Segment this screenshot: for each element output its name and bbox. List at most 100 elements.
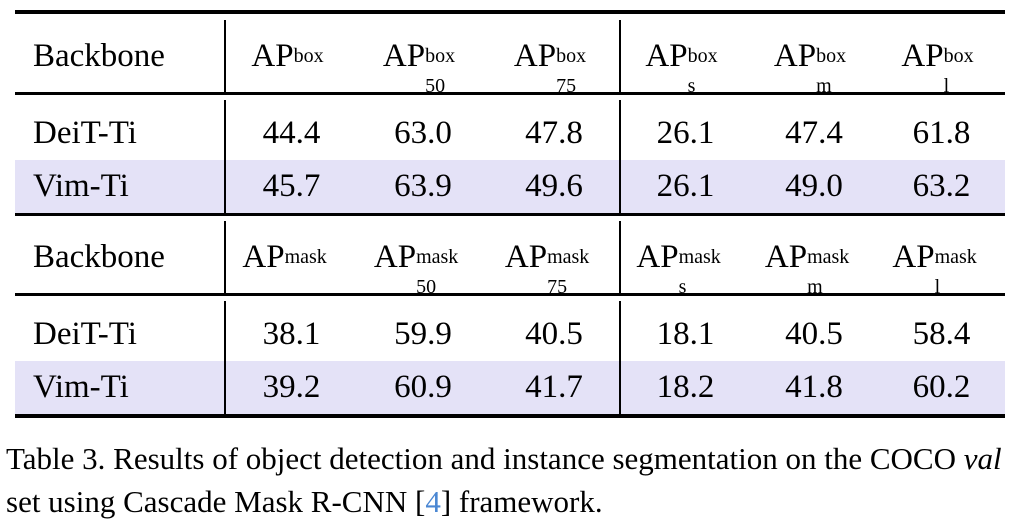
table-row: DeiT-Ti 44.4 63.0 47.8 26.1 47.4 61.8 xyxy=(15,100,1005,160)
value: 60.2 xyxy=(912,369,971,405)
value: 18.1 xyxy=(656,315,715,352)
cell-apm-mask: 40.5 xyxy=(750,301,878,361)
value: 49.0 xyxy=(785,168,843,204)
cell-ap-mask: 38.1 xyxy=(224,301,357,361)
sup-box: box xyxy=(816,44,847,67)
sup-box: box xyxy=(687,44,718,67)
sub-m: m xyxy=(807,275,823,298)
header-cell-ap50-mask: AP mask 50 xyxy=(357,221,489,298)
sub-l: l xyxy=(934,275,941,298)
cell-backbone: DeiT-Ti xyxy=(15,100,225,160)
caption-text-1: Results of object detection and instance… xyxy=(113,441,964,476)
sup-box: box xyxy=(425,44,456,67)
cell-aps-mask: 18.1 xyxy=(619,301,750,361)
header-label-apm-box: AP box m xyxy=(773,37,847,97)
cell-ap50-box: 63.9 xyxy=(357,160,489,215)
sup-mask: mask xyxy=(934,245,977,268)
header-label-ap75-box: AP box 75 xyxy=(513,37,587,97)
header-label-ap50-mask: AP mask 50 xyxy=(373,238,459,298)
value: 59.9 xyxy=(394,315,452,352)
value: 26.1 xyxy=(656,114,715,151)
sup-mask: mask xyxy=(807,245,850,268)
header-label-apl-box: AP box l xyxy=(901,37,974,97)
value: 18.2 xyxy=(656,369,715,405)
cell-ap-box: 45.7 xyxy=(224,160,357,215)
value: 63.0 xyxy=(394,114,452,151)
caption-text-3: framework. xyxy=(451,484,603,519)
header-cell-ap-mask: AP mask xyxy=(224,221,357,295)
table-row: DeiT-Ti 38.1 59.9 40.5 18.1 40.5 58.4 xyxy=(15,301,1005,361)
caption-citation-link[interactable]: 4 xyxy=(425,484,441,519)
row-label: DeiT-Ti xyxy=(33,315,137,352)
value: 58.4 xyxy=(912,315,971,352)
header-cell-ap50-box: AP box 50 xyxy=(357,20,489,97)
caption-label: Table 3. xyxy=(6,441,106,476)
sup-box: box xyxy=(293,44,324,67)
value: 40.5 xyxy=(525,315,583,352)
cell-backbone: DeiT-Ti xyxy=(15,301,225,361)
cell-ap-mask: 39.2 xyxy=(224,361,357,416)
value: 61.8 xyxy=(912,114,971,151)
sup-mask: mask xyxy=(678,245,721,268)
header-row-mask: Backbone AP mask AP mask 50 AP mask 75 A… xyxy=(15,221,1005,298)
figure-root: Backbone AP box AP box 50 AP box 75 AP b… xyxy=(0,0,1023,532)
cell-ap-box: 44.4 xyxy=(224,100,357,160)
header-cell-backbone-mask: Backbone xyxy=(15,221,225,295)
header-label-ap-box: AP box xyxy=(251,37,324,74)
value: 26.1 xyxy=(656,168,715,204)
value: 44.4 xyxy=(262,114,321,151)
header-label-apl-mask: AP mask l xyxy=(892,238,977,298)
caption-citation-bracket-open: [ xyxy=(414,484,426,519)
value: 38.1 xyxy=(262,315,321,352)
cell-apm-box: 47.4 xyxy=(750,100,878,160)
header-label-backbone-box: Backbone xyxy=(33,37,165,74)
header-cell-aps-mask: AP mask s xyxy=(619,221,750,298)
sub-m: m xyxy=(816,74,832,97)
cell-ap75-mask: 41.7 xyxy=(489,361,620,416)
sub-50: 50 xyxy=(425,74,446,97)
sub-75: 75 xyxy=(556,74,577,97)
value: 49.6 xyxy=(525,168,583,204)
header-cell-ap-box: AP box xyxy=(224,20,357,94)
header-cell-apl-box: AP box l xyxy=(878,20,1005,97)
cell-ap50-mask: 60.9 xyxy=(357,361,489,416)
header-label-aps-box: AP box s xyxy=(645,37,718,97)
caption-citation-bracket-close: ] xyxy=(440,484,452,519)
header-label-ap75-mask: AP mask 75 xyxy=(504,238,590,298)
header-cell-ap75-mask: AP mask 75 xyxy=(489,221,620,298)
cell-aps-box: 26.1 xyxy=(619,100,750,160)
table-rule-top xyxy=(15,10,1005,20)
cell-backbone: Vim-Ti xyxy=(15,160,225,215)
table-row-highlighted: Vim-Ti 45.7 63.9 49.6 26.1 49.0 63.2 xyxy=(15,160,1005,215)
header-cell-apm-box: AP box m xyxy=(750,20,878,97)
value: 60.9 xyxy=(394,369,452,405)
header-label-ap50-box: AP box 50 xyxy=(382,37,456,97)
value: 47.8 xyxy=(525,114,583,151)
caption-italic-val: val xyxy=(963,441,1002,476)
row-label: Vim-Ti xyxy=(33,369,129,405)
table-rule-bottom xyxy=(15,414,1005,424)
value: 39.2 xyxy=(262,369,321,405)
cell-apl-mask: 58.4 xyxy=(878,301,1005,361)
cell-aps-box: 26.1 xyxy=(619,160,750,215)
cell-apl-box: 61.8 xyxy=(878,100,1005,160)
cell-ap50-mask: 59.9 xyxy=(357,301,489,361)
sup-box: box xyxy=(556,44,587,67)
value: 63.9 xyxy=(394,168,452,204)
value: 45.7 xyxy=(262,168,321,204)
header-label-aps-mask: AP mask s xyxy=(636,238,721,298)
sub-75: 75 xyxy=(547,275,568,298)
header-cell-backbone-box: Backbone xyxy=(15,20,225,94)
header-cell-apm-mask: AP mask m xyxy=(750,221,878,298)
value: 41.8 xyxy=(785,369,843,405)
results-table-container: Backbone AP box AP box 50 AP box 75 AP b… xyxy=(15,10,1005,424)
sup-mask: mask xyxy=(284,245,327,268)
cell-ap75-box: 49.6 xyxy=(489,160,620,215)
results-table: Backbone AP box AP box 50 AP box 75 AP b… xyxy=(15,10,1005,424)
value: 63.2 xyxy=(912,168,971,204)
sub-s: s xyxy=(678,275,687,298)
sup-box: box xyxy=(943,44,974,67)
sub-s: s xyxy=(687,74,696,97)
cell-ap75-box: 47.8 xyxy=(489,100,620,160)
cell-ap50-box: 63.0 xyxy=(357,100,489,160)
